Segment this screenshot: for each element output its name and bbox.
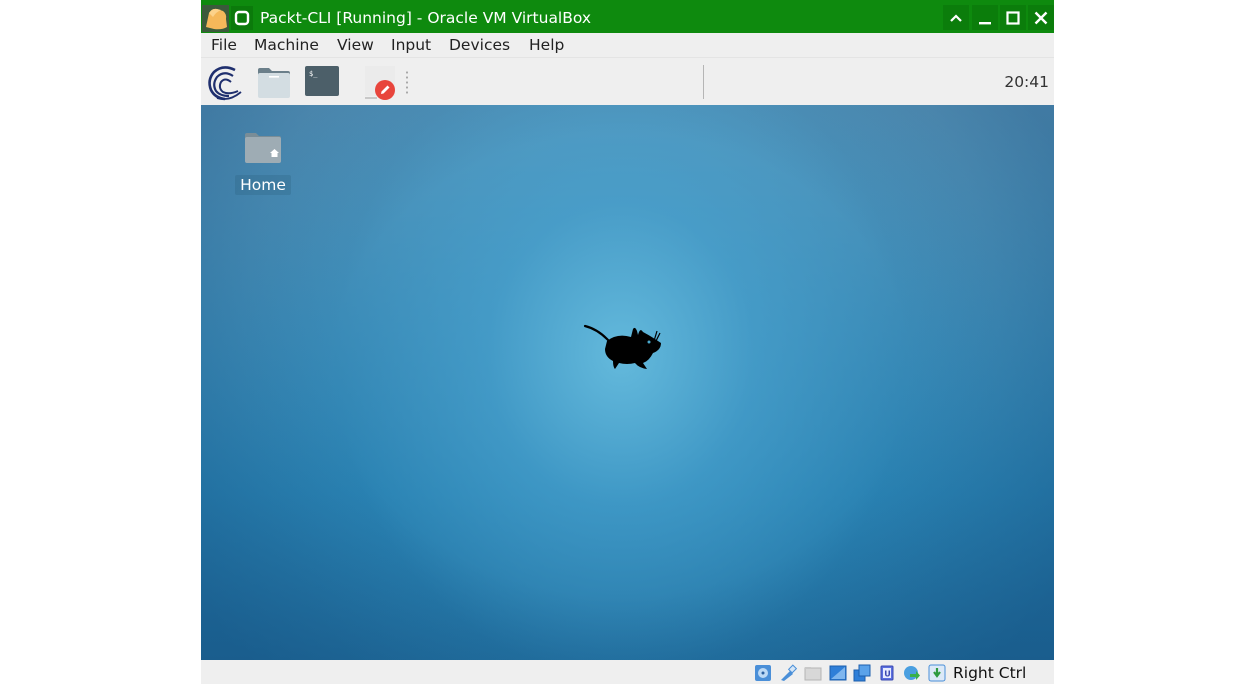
desktop-icon-label: Home [235,175,291,195]
network-icon[interactable] [903,664,921,682]
hard-disk-icon[interactable] [754,664,772,682]
desktop-icon-home[interactable]: Home [231,129,295,199]
applications-menu-button[interactable] [205,62,245,106]
home-folder-icon [245,133,281,163]
menu-view[interactable]: View [337,35,374,55]
file-manager-icon [258,68,290,98]
menu-file[interactable]: File [211,35,237,55]
close-icon [1034,11,1048,24]
close-button[interactable] [1028,5,1054,30]
chevron-up-icon [950,13,962,22]
window-title: Packt-CLI [Running] - Oracle VM VirtualB… [260,9,592,27]
host-key-label: Right Ctrl [953,664,1027,682]
svg-text:U: U [884,670,891,679]
menu-input[interactable]: Input [391,35,431,55]
display-icon[interactable] [829,664,847,682]
mouse-integration-icon[interactable] [928,664,946,682]
clock[interactable]: 20:41 [1004,72,1049,92]
usb-icon[interactable] [779,664,797,682]
file-manager-launcher[interactable] [257,66,291,104]
notes-edit-icon [365,66,395,100]
virtualbox-icon [231,6,253,30]
menu-help[interactable]: Help [529,35,564,55]
title-bar[interactable]: Packt-CLI [Running] - Oracle VM VirtualB… [201,0,1054,33]
status-bar: U Right Ctrl [201,660,1054,684]
minimize-icon [979,21,991,24]
terminal-icon: $_ [305,66,339,96]
shared-folder-icon[interactable] [804,664,822,682]
menu-machine[interactable]: Machine [254,35,319,55]
panel-separator [703,65,704,99]
maximize-button[interactable] [1000,5,1026,30]
cpu-icon[interactable]: U [878,664,896,682]
panel-separator-handle[interactable] [406,70,408,96]
xfce-mouse-logo [583,324,661,369]
menu-devices[interactable]: Devices [449,35,510,55]
shade-button[interactable] [943,5,969,30]
virtualbox-window: Packt-CLI [Running] - Oracle VM VirtualB… [201,0,1054,684]
maximize-icon [1006,10,1020,25]
desktop[interactable]: Home [201,105,1054,660]
video-capture-icon[interactable] [853,664,871,682]
app-icon[interactable] [202,5,229,32]
menu-bar: File Machine View Input Devices Help [201,33,1054,57]
minimize-button[interactable] [972,5,998,30]
terminal-launcher[interactable]: $_ [305,66,339,102]
top-panel: $_ 20:41 [201,57,1054,106]
notes-launcher[interactable] [363,66,399,106]
applications-menu-icon [208,66,242,101]
svg-text:$_: $_ [309,70,318,78]
